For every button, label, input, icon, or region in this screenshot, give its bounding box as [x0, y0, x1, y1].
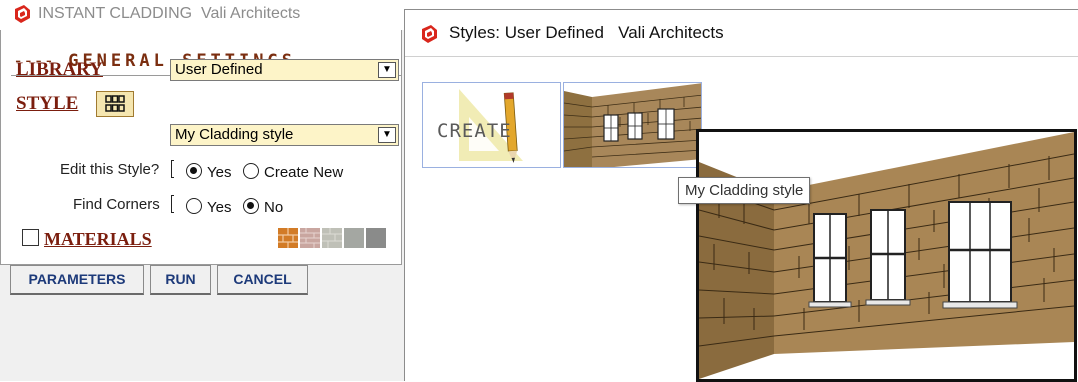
edit-create-new-radio[interactable] [243, 163, 259, 179]
corners-no-label[interactable]: No [264, 199, 283, 216]
style-select[interactable]: My Cladding style ▼ [170, 124, 399, 146]
style-tooltip: My Cladding style [678, 177, 811, 204]
find-corners-bracket [171, 195, 174, 213]
left-title-bar: INSTANT CLADDING Vali Architects [0, 0, 412, 30]
cancel-button[interactable]: CANCEL [217, 265, 308, 295]
edit-style-bracket [171, 160, 174, 178]
cladding-preview-render [699, 132, 1074, 379]
material-swatch-red-brick[interactable] [300, 228, 320, 248]
right-title-company: Vali Architects [618, 23, 724, 42]
style-link[interactable]: STYLE [16, 93, 78, 115]
find-corners-label: Find Corners [73, 196, 160, 213]
instant-cladding-window: INSTANT CLADDING Vali Architects ---- GE… [0, 0, 412, 381]
chevron-down-icon[interactable]: ▼ [378, 62, 396, 78]
right-title-bar: Styles: User Defined Vali Architects [405, 10, 1078, 57]
corners-yes-radio[interactable] [186, 198, 202, 214]
edit-style-label: Edit this Style? [60, 161, 160, 178]
style-grid-button[interactable] [96, 91, 134, 117]
materials-checkbox[interactable] [22, 229, 39, 246]
material-swatch-stone[interactable] [322, 228, 342, 248]
sketchup-logo-icon [419, 24, 439, 49]
corners-yes-label[interactable]: Yes [207, 199, 231, 216]
chevron-down-icon[interactable]: ▼ [378, 127, 396, 143]
left-title-company: Vali Architects [200, 5, 301, 22]
create-label: CREATE [437, 120, 512, 142]
corners-no-radio[interactable] [243, 198, 259, 214]
cladding-thumbnail-image [564, 83, 701, 167]
left-window-title: INSTANT CLADDING Vali Architects [38, 5, 300, 23]
material-swatch-grey[interactable] [344, 228, 364, 248]
library-select-value: User Defined [175, 61, 263, 78]
material-swatch-brick[interactable] [278, 228, 298, 248]
library-select[interactable]: User Defined ▼ [170, 59, 399, 81]
library-link[interactable]: LIBRARY [16, 59, 103, 81]
materials-link[interactable]: MATERIALS [44, 229, 152, 250]
edit-create-new-label[interactable]: Create New [264, 164, 343, 181]
right-title-app: Styles: User Defined [449, 23, 604, 42]
style-preview-image [696, 129, 1077, 382]
grid-icon [105, 95, 125, 112]
edit-yes-radio[interactable] [186, 163, 202, 179]
run-button[interactable]: RUN [150, 265, 211, 295]
parameters-button[interactable]: PARAMETERS [10, 265, 144, 295]
left-title-app: INSTANT CLADDING [38, 5, 193, 22]
cladding-style-thumbnail[interactable] [563, 82, 702, 168]
right-window-title: Styles: User Defined Vali Architects [449, 23, 724, 43]
create-icon: CREATE [437, 89, 523, 163]
create-style-thumbnail[interactable]: CREATE [422, 82, 561, 168]
edit-yes-label[interactable]: Yes [207, 164, 231, 181]
sketchup-logo-icon [12, 4, 32, 29]
material-swatch-dark-grey[interactable] [366, 228, 386, 248]
style-select-value: My Cladding style [175, 126, 294, 143]
